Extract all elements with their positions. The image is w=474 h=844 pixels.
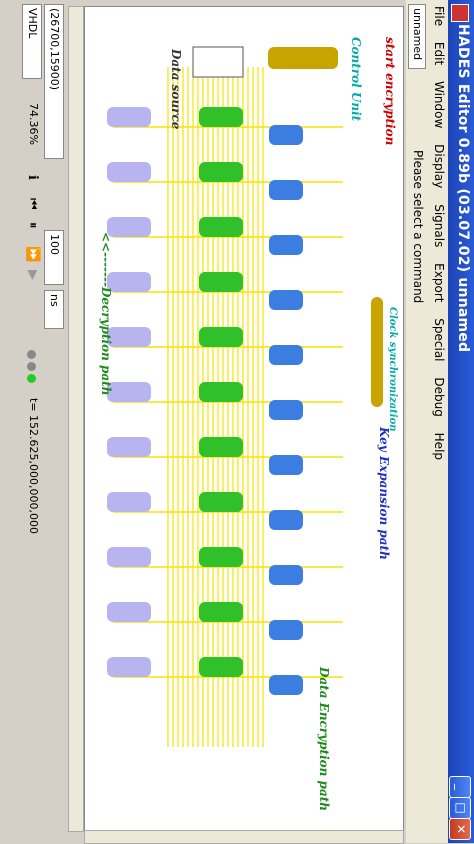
decrypt-block	[107, 107, 151, 127]
data-block	[199, 657, 243, 677]
info-icon[interactable]: ℹ	[25, 175, 40, 180]
horizontal-scrollbar[interactable]	[68, 6, 84, 832]
data-block	[199, 162, 243, 182]
step-unit-select[interactable]: ns	[44, 290, 64, 329]
maximize-button[interactable]: □	[449, 797, 471, 819]
key-block	[269, 400, 303, 420]
decrypt-block	[107, 217, 151, 237]
sim-running-dot	[27, 374, 36, 383]
decrypt-block	[107, 382, 151, 402]
menu-signals[interactable]: Signals	[430, 198, 448, 253]
decrypt-block	[107, 327, 151, 347]
key-block	[269, 235, 303, 255]
control-unit-block	[268, 47, 338, 69]
menu-export[interactable]: Export	[430, 257, 448, 308]
schematic-canvas[interactable]: start encryption Control Unit Data sourc…	[84, 6, 404, 832]
sim-time-readout: t= 152.625,000,000,000	[27, 398, 40, 534]
key-block	[269, 180, 303, 200]
step-value-input[interactable]: 100	[44, 230, 64, 285]
data-block	[199, 492, 243, 512]
data-block	[199, 107, 243, 127]
zoom-readout: 74.36%	[27, 103, 40, 145]
key-block	[269, 565, 303, 585]
language-select[interactable]: VHDL	[22, 4, 42, 79]
sim-state-dot	[27, 362, 36, 371]
data-block	[199, 382, 243, 402]
menu-edit[interactable]: Edit	[430, 36, 448, 71]
key-block	[269, 510, 303, 530]
decrypt-block	[107, 657, 151, 677]
menu-debug[interactable]: Debug	[430, 371, 448, 422]
menu-special[interactable]: Special	[430, 312, 448, 367]
label-data-encryption: Data Encryption path	[317, 667, 331, 811]
menu-file[interactable]: File	[430, 0, 448, 32]
label-data-source: Data source	[169, 49, 183, 130]
decrypt-block	[107, 602, 151, 622]
menu-display[interactable]: Display	[430, 138, 448, 194]
data-block	[199, 272, 243, 292]
key-block	[269, 620, 303, 640]
label-key-expansion: Key Expansion path	[377, 427, 391, 560]
key-block	[269, 675, 303, 695]
decrypt-block	[107, 272, 151, 292]
key-block	[269, 290, 303, 310]
pause-icon[interactable]: ⏸	[25, 222, 40, 229]
vertical-scrollbar[interactable]	[84, 830, 404, 844]
schematic-drawing	[107, 46, 383, 747]
data-block	[199, 547, 243, 567]
data-block	[199, 217, 243, 237]
app-icon	[451, 4, 469, 22]
key-block	[269, 345, 303, 365]
command-prompt: Please select a command	[411, 150, 425, 304]
window-title: HADES Editor 0.89b (03.07.02) unnamed	[455, 24, 471, 353]
fast-forward-icon[interactable]: ⏩	[25, 246, 40, 262]
label-start-encryption: start encryption	[383, 37, 397, 146]
key-block	[269, 125, 303, 145]
decrypt-block	[107, 547, 151, 567]
menu-window[interactable]: Window	[430, 75, 448, 134]
label-control-unit: Control Unit	[349, 37, 363, 122]
key-block	[269, 455, 303, 475]
rewind-icon[interactable]: ⏮	[25, 198, 40, 210]
clock-sync-bar	[371, 297, 383, 407]
design-name-field[interactable]: unnamed	[408, 4, 426, 69]
menu-bar: File Edit Window Display Signals Export …	[428, 0, 448, 843]
menu-help[interactable]: Help	[430, 427, 448, 466]
decrypt-block	[107, 437, 151, 457]
decrypt-block	[107, 162, 151, 182]
command-row: unnamed Please select a command	[406, 0, 428, 843]
decrypt-block	[107, 492, 151, 512]
data-block	[199, 437, 243, 457]
data-block	[199, 327, 243, 347]
title-bar[interactable]: HADES Editor 0.89b (03.07.02) unnamed _ …	[448, 0, 474, 843]
label-decryption-path: <<-------Decryption path	[99, 232, 113, 396]
status-bar: (26700,15900) VHDL 74.36% ℹ ⏮ ⏸ ⏩ ▶ 100 …	[0, 0, 68, 843]
play-icon[interactable]: ▶	[25, 270, 40, 280]
data-source-block	[192, 46, 244, 78]
coords-readout: (26700,15900)	[44, 4, 64, 159]
data-block	[199, 602, 243, 622]
app-window: HADES Editor 0.89b (03.07.02) unnamed _ …	[0, 0, 474, 844]
minimize-button[interactable]: _	[449, 776, 471, 798]
sim-state-dot	[27, 350, 36, 359]
label-clock-sync: Clock synchronization	[387, 307, 398, 432]
close-button[interactable]: ✕	[449, 818, 471, 840]
